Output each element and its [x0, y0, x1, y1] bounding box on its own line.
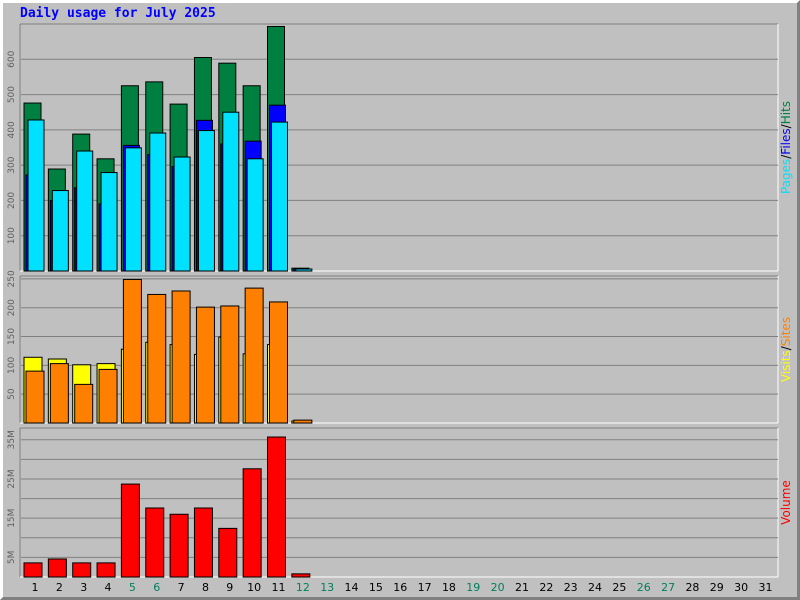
- pages-files-hits-label-word: Files: [779, 128, 793, 154]
- x-tick-label: 12: [296, 581, 310, 594]
- x-tick-label: 1: [32, 581, 39, 594]
- sites-bar: [171, 290, 191, 424]
- volume-panel: 5M 15M 25M 35M: [7, 427, 779, 578]
- x-tick-label: 18: [442, 581, 456, 594]
- x-tick-label: 28: [685, 581, 699, 594]
- volume-bar: [47, 558, 67, 578]
- x-tick-label: 21: [515, 581, 529, 594]
- volume-panel-ytick-label: 25M: [7, 469, 17, 488]
- volume-bar: [72, 562, 92, 578]
- x-tick-label: 17: [418, 581, 432, 594]
- volume-bar: [291, 573, 311, 578]
- pages-bar: [222, 111, 240, 272]
- sites-bar: [220, 305, 240, 424]
- x-axis-day-labels: 1 2 3 4 5 6 7 8 9 10 11 12 13 14 15 16 17 18 19 20 21 22 23 24 2…: [32, 581, 773, 594]
- x-tick-label: 8: [202, 581, 209, 594]
- x-tick-label: 20: [491, 581, 505, 594]
- pages-bar: [173, 156, 191, 272]
- x-tick-label: 9: [226, 581, 233, 594]
- visits-panel-ytick-label: 200: [7, 299, 17, 316]
- sites-bar: [195, 306, 215, 424]
- volume-bar: [120, 483, 140, 578]
- x-tick-label: 23: [564, 581, 578, 594]
- x-tick-label: 14: [345, 581, 359, 594]
- x-tick-label: 16: [393, 581, 407, 594]
- volume-panel-ytick-label: 5M: [7, 551, 17, 565]
- x-tick-label: 2: [56, 581, 63, 594]
- pages-bar: [27, 119, 45, 272]
- hits-panel-ytick-label: 400: [7, 121, 17, 138]
- visits-sites-label-word: Visits: [779, 350, 793, 382]
- pages-files-hits-label: Pages/Files/Hits: [779, 101, 793, 194]
- pages-files-hits-label-word: Hits: [779, 101, 793, 124]
- pages-bar: [271, 121, 288, 272]
- hits-panel-ytick-label: 500: [7, 86, 17, 103]
- sites-bar: [147, 293, 167, 424]
- volume-bar: [145, 507, 165, 578]
- visits-panel-ytick-label: 50: [7, 388, 17, 400]
- sites-bar: [293, 419, 313, 424]
- sites-bar: [74, 383, 94, 424]
- pages-bar: [295, 268, 313, 272]
- pages-bar: [76, 150, 94, 272]
- hits-panel-ytick-label: 300: [7, 156, 17, 173]
- x-tick-label: 29: [710, 581, 724, 594]
- volume-bar: [169, 513, 189, 578]
- daily-usage-chart: 100200300400500600Pages/Files/Hits501001…: [7, 23, 793, 594]
- pages-bar: [100, 172, 118, 272]
- volume-bar: [96, 562, 116, 578]
- x-tick-label: 11: [272, 581, 286, 594]
- x-tick-label: 10: [247, 581, 261, 594]
- volume-label: Volume: [779, 480, 793, 525]
- pages-bar: [197, 130, 215, 272]
- x-tick-label: 26: [637, 581, 651, 594]
- x-tick-label: 25: [612, 581, 626, 594]
- visits-panel-ytick-label: 150: [7, 328, 17, 345]
- volume-label-word: Volume: [779, 480, 793, 525]
- pages-files-hits-label-word: Pages: [779, 159, 793, 194]
- x-tick-label: 7: [178, 581, 185, 594]
- sites-bar: [269, 301, 288, 424]
- x-tick-label: 15: [369, 581, 383, 594]
- volume-bar: [242, 468, 262, 578]
- volume-bar: [193, 507, 213, 578]
- hits-panel-ytick-label: 600: [7, 50, 17, 67]
- x-tick-label: 22: [539, 581, 553, 594]
- hits-panel-ytick-label: 100: [7, 227, 17, 244]
- hits-panel-ytick-label: 200: [7, 192, 17, 209]
- pages-bar: [124, 147, 142, 272]
- sites-bar: [244, 287, 264, 424]
- pages-bar: [51, 190, 69, 272]
- visits-panel: 50 100 150 200 250: [7, 270, 779, 424]
- sites-bar: [122, 278, 142, 424]
- x-tick-label: 3: [80, 581, 87, 594]
- visits-panel-ytick-label: 250: [7, 270, 17, 287]
- x-tick-label: 27: [661, 581, 675, 594]
- sites-bar: [49, 363, 69, 424]
- pages-bar: [149, 132, 167, 272]
- x-tick-label: 30: [734, 581, 748, 594]
- volume-bar: [23, 562, 43, 578]
- pages-bar: [246, 158, 264, 272]
- volume-panel-ytick-label: 35M: [7, 430, 17, 449]
- x-tick-label: 5: [129, 581, 136, 594]
- x-tick-label: 24: [588, 581, 602, 594]
- visits-panel-ytick-label: 100: [7, 356, 17, 373]
- volume-bar: [218, 527, 238, 578]
- x-tick-label: 19: [466, 581, 480, 594]
- sites-bar: [25, 370, 45, 424]
- visits-sites-label: Visits/Sites: [779, 317, 793, 382]
- x-tick-label: 6: [153, 581, 160, 594]
- volume-bar: [267, 436, 286, 578]
- x-tick-label: 4: [105, 581, 112, 594]
- sites-bar: [98, 368, 118, 424]
- x-tick-label: 31: [759, 581, 773, 594]
- hits-panel: 100 200 300 400 500 600: [7, 23, 779, 272]
- x-tick-label: 13: [320, 581, 334, 594]
- visits-sites-label-word: Sites: [779, 317, 793, 346]
- volume-panel-ytick-label: 15M: [7, 509, 17, 528]
